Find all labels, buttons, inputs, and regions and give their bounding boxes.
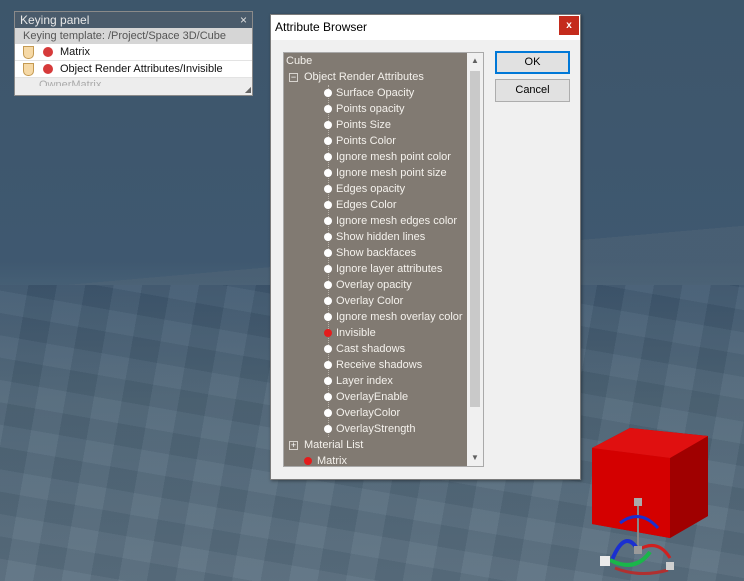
- tree-item-attribute[interactable]: OverlayColor: [336, 405, 400, 421]
- tree-item-matrix[interactable]: Matrix: [317, 453, 347, 466]
- scroll-down-icon[interactable]: ▼: [467, 450, 483, 466]
- attribute-dot-icon: [324, 233, 332, 241]
- tree-root-cube[interactable]: Cube: [286, 53, 312, 69]
- keyed-dot-icon: [43, 64, 53, 74]
- attribute-tree[interactable]: Cube − Object Render Attributes Surface …: [283, 52, 484, 467]
- attribute-dot-icon: [324, 89, 332, 97]
- keying-row-partial[interactable]: OwnerMatrix: [15, 78, 252, 86]
- tree-item-attribute[interactable]: OverlayStrength: [336, 421, 415, 437]
- keying-panel: Keying panel × Keying template: /Project…: [14, 11, 253, 96]
- tree-item-attribute[interactable]: Edges Color: [336, 197, 397, 213]
- tree-item-attribute[interactable]: Ignore mesh point size: [336, 165, 447, 181]
- tree-group-material-list[interactable]: Material List: [304, 437, 363, 453]
- close-icon[interactable]: ×: [240, 12, 247, 28]
- keying-row-matrix[interactable]: Matrix: [15, 44, 252, 61]
- attribute-dot-icon: [324, 185, 332, 193]
- tree-item-attribute[interactable]: Show backfaces: [336, 245, 416, 261]
- attribute-dot-icon: [324, 169, 332, 177]
- tree-item-attribute[interactable]: Points Size: [336, 117, 391, 133]
- tree-item-attribute[interactable]: Points opacity: [336, 101, 404, 117]
- tree-item-attribute[interactable]: OverlayEnable: [336, 389, 408, 405]
- close-icon[interactable]: x: [559, 16, 579, 35]
- keying-panel-title: Keying panel: [20, 13, 90, 27]
- tree-item-attribute[interactable]: Ignore mesh point color: [336, 149, 451, 165]
- attribute-browser-dialog: Attribute Browser x Cube − Object Render…: [270, 14, 581, 480]
- tree-scrollbar[interactable]: ▲ ▼: [467, 53, 483, 466]
- attribute-dot-icon: [324, 105, 332, 113]
- attribute-dot-icon: [324, 201, 332, 209]
- tree-item-attribute[interactable]: Points Color: [336, 133, 396, 149]
- tree-item-attribute[interactable]: Ignore layer attributes: [336, 261, 442, 277]
- key-tag-icon: [23, 46, 34, 59]
- keyed-dot-icon: [304, 457, 312, 465]
- dialog-titlebar[interactable]: Attribute Browser x: [271, 15, 580, 40]
- attribute-dot-icon: [324, 217, 332, 225]
- attribute-dot-icon: [324, 281, 332, 289]
- attribute-dot-icon: [324, 409, 332, 417]
- tree-group-object-render-attributes[interactable]: Object Render Attributes: [304, 69, 424, 85]
- keying-template-label: Keying template: /Project/Space 3D/Cube: [15, 28, 252, 44]
- attribute-dot-icon: [324, 153, 332, 161]
- tree-item-attribute[interactable]: Ignore mesh edges color: [336, 213, 457, 229]
- attribute-dot-icon: [324, 297, 332, 305]
- keying-panel-titlebar[interactable]: Keying panel ×: [15, 12, 252, 28]
- attribute-dot-icon: [324, 265, 332, 273]
- tree-item-attribute[interactable]: Edges opacity: [336, 181, 405, 197]
- keyed-dot-icon: [43, 47, 53, 57]
- key-tag-icon: [23, 63, 34, 76]
- keyed-dot-icon: [324, 329, 332, 337]
- tree-item-attribute[interactable]: Layer index: [336, 373, 393, 389]
- scroll-up-icon[interactable]: ▲: [467, 53, 483, 69]
- keying-row-label: Matrix: [60, 46, 90, 58]
- attribute-dot-icon: [324, 377, 332, 385]
- attribute-dot-icon: [324, 313, 332, 321]
- attribute-dot-icon: [324, 121, 332, 129]
- dialog-title: Attribute Browser: [275, 20, 368, 34]
- cancel-button[interactable]: Cancel: [495, 79, 570, 102]
- attribute-dot-icon: [324, 137, 332, 145]
- attribute-dot-icon: [324, 393, 332, 401]
- tree-item-attribute[interactable]: Surface Opacity: [336, 85, 414, 101]
- tree-item-attribute[interactable]: Cast shadows: [336, 341, 405, 357]
- keying-row-label: Object Render Attributes/Invisible: [60, 63, 223, 75]
- expand-icon[interactable]: +: [289, 441, 298, 450]
- collapse-icon[interactable]: −: [289, 73, 298, 82]
- tree-item-attribute[interactable]: Overlay opacity: [336, 277, 412, 293]
- tree-item-attribute[interactable]: Overlay Color: [336, 293, 403, 309]
- tree-item-attribute[interactable]: Show hidden lines: [336, 229, 425, 245]
- ok-button[interactable]: OK: [495, 51, 570, 74]
- resize-grip-icon[interactable]: ◢: [245, 85, 251, 94]
- tree-item-attribute[interactable]: Ignore mesh overlay color: [336, 309, 463, 325]
- cube-3d-object[interactable]: [590, 428, 710, 578]
- attribute-dot-icon: [324, 425, 332, 433]
- scrollbar-thumb[interactable]: [470, 71, 480, 407]
- tree-item-attribute[interactable]: Receive shadows: [336, 357, 422, 373]
- attribute-dot-icon: [324, 361, 332, 369]
- attribute-dot-icon: [324, 345, 332, 353]
- attribute-dot-icon: [324, 249, 332, 257]
- keying-row-invisible[interactable]: Object Render Attributes/Invisible: [15, 61, 252, 78]
- tree-item-attribute[interactable]: Invisible: [336, 325, 376, 341]
